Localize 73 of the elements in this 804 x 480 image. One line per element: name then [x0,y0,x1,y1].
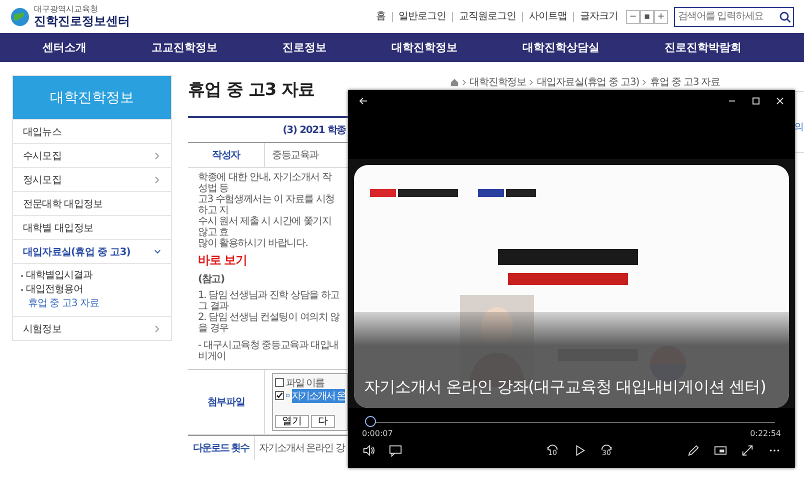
sidebar-item[interactable]: 대입뉴스 [13,119,171,143]
panel-text: 의 [794,121,804,134]
header-link[interactable]: 홈 [370,12,392,22]
nav-item[interactable]: 진로정보 [282,40,326,55]
font-size-button[interactable]: + [654,10,668,24]
chevron-right-icon [642,78,648,86]
column-header: 파일 이름 [286,376,324,390]
table-header-cell: 작성자 [188,143,265,167]
chevron-right-icon [154,152,161,160]
sidebar-subitem[interactable]: 대입전형용어 [21,283,83,297]
chevron-down-icon [154,248,161,256]
sidebar-item[interactable]: 수시모집 [13,143,171,167]
chevron-right-icon [528,78,534,86]
logo-icon [10,6,30,26]
chevron-right-icon [462,78,467,86]
header-link[interactable]: 사이트맵 [522,12,573,22]
font-size-button[interactable]: ▪ [640,10,654,24]
nav-item[interactable]: 대학진학정보 [392,40,458,55]
header-link[interactable]: 일반로그인 [392,12,452,22]
elapsed-time: 0:00:07 [362,429,393,438]
close-icon[interactable] [775,96,785,106]
view-link[interactable]: 바로 보기 [198,252,340,269]
breadcrumb-link[interactable]: 대입자료실(휴업 중 고3) [536,75,640,89]
table-header-cell: 다운로드 횟수 [188,436,255,460]
breadcrumb-link[interactable]: 대학진학정보 [470,75,526,89]
home-icon[interactable] [450,78,459,86]
search-icon[interactable] [779,10,791,22]
checkbox[interactable] [275,391,284,400]
chevron-right-icon [154,324,161,332]
seek-thumb[interactable] [365,416,376,427]
table-header-cell: 첨부파일 [188,370,265,434]
sidebar-item[interactable]: 정시모집 [13,167,171,191]
font-size-button[interactable]: − [626,10,640,24]
mini-view-icon[interactable] [714,444,727,457]
file-icon [286,392,290,399]
pen-icon[interactable] [687,444,700,457]
volume-icon[interactable] [362,444,375,457]
video-caption: 자기소개서 온라인 강좌(대구교육청 대입내비게이션 센터) [364,376,766,398]
checkbox[interactable] [275,378,284,387]
sidebar-title: 대학진학정보 [13,76,171,119]
subtitles-icon[interactable] [389,444,402,457]
nav-item[interactable]: 대학진학상담실 [522,40,600,55]
post-subject: (3) 2021 학종 [282,124,346,137]
chevron-right-icon [154,176,161,184]
file-button[interactable]: 열기 [275,415,309,428]
org-name: 대구광역시교육청 [34,6,99,14]
note-heading: (참고) [198,273,226,286]
total-time: 0:22:54 [750,429,781,438]
search-field[interactable]: 검색어를 입력하세요 [674,6,794,26]
file-button[interactable]: 다 [311,415,335,428]
breadcrumb-link[interactable]: 휴업 중 고3 자료 [650,75,720,89]
nav-item[interactable]: 고교진학정보 [152,40,218,55]
page-title: 휴업 중 고3 자료 [188,79,316,102]
fullscreen-icon[interactable] [741,444,754,457]
header-link[interactable]: 교직원로그인 [452,12,522,22]
source-text: - 대구시교육청 중등교육과 대입내비게이 [198,340,340,362]
sidebar-item[interactable]: 대입자료실(휴업 중 고3) [13,239,171,263]
maximize-icon[interactable] [751,96,761,106]
nav-item[interactable]: 진로진학박람회 [664,40,742,55]
sidebar-subitem[interactable]: 대학별입시결과 [21,269,92,283]
header-link[interactable]: 글자크기 [573,12,624,22]
note-list: 1. 담임 선생님과 진학 상담을 하고 그 결과 2. 담임 선생님 컨설팅이 여의치 않을 경우 [198,290,340,334]
site-name: 진학진로정보센터 [34,15,130,29]
sidebar-item[interactable]: 시험정보 [13,316,171,340]
nav-item[interactable]: 센터소개 [42,40,86,55]
table-cell-text: 자기소개서 온라인 강 [258,442,346,456]
sidebar-subitem[interactable]: 휴업 중 고3 자료 [21,297,99,311]
file-name[interactable]: 자기소개서 온 [292,388,345,402]
back-arrow-icon[interactable] [358,96,368,106]
post-paragraph: 학종에 대한 안내, 자기소개서 작성법 등 고3 수험생께서는 이 자료를 시청하고 지 수시 원서 제출 시 시간에 쫓기지 않고 효 많이 활용하시기 바랍니다. [198,172,336,249]
sidebar-item[interactable]: 전문대학 대입정보 [13,191,171,215]
table-cell-text: 중등교육과 [271,149,320,163]
sidebar-item[interactable]: 대학별 대입정보 [13,215,171,239]
